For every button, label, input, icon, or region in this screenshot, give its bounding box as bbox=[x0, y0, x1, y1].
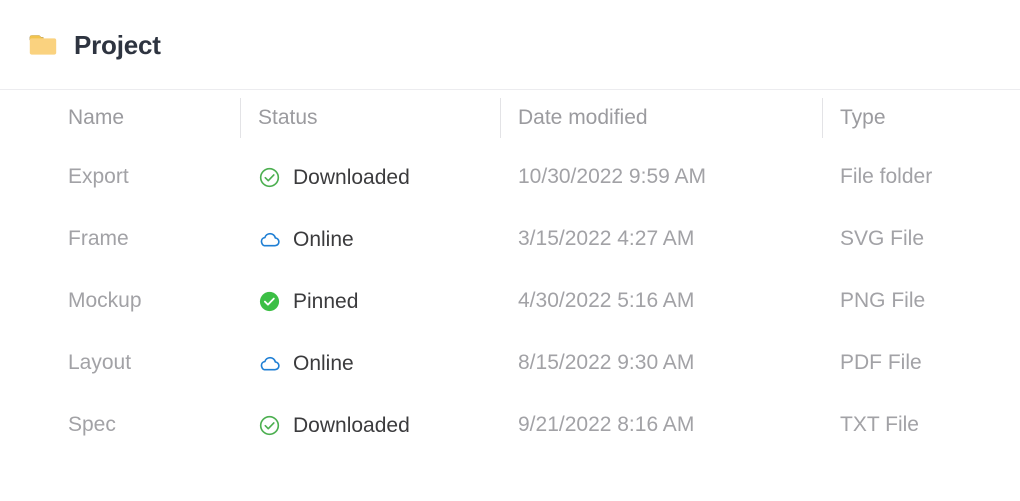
cell-name: Layout bbox=[68, 351, 132, 374]
column-header-date[interactable]: Date modified bbox=[500, 90, 822, 146]
cell-status: Online bbox=[240, 208, 500, 270]
cell-status: Downloaded bbox=[240, 394, 500, 456]
table-header-row: Name Status Date modified Type bbox=[0, 90, 1020, 146]
column-header-name[interactable]: Name bbox=[0, 90, 240, 146]
cloud-outline-icon bbox=[260, 232, 280, 246]
check-circle-filled-icon bbox=[259, 291, 280, 311]
cell-name: Frame bbox=[68, 227, 129, 250]
status-label: Downloaded bbox=[293, 413, 410, 437]
cell-date: 3/15/2022 4:27 AM bbox=[518, 227, 695, 250]
page-title: Project bbox=[74, 29, 161, 60]
cell-type: PNG File bbox=[840, 289, 926, 312]
folder-icon bbox=[29, 34, 57, 55]
cell-date: 10/30/2022 9:59 AM bbox=[518, 165, 706, 188]
cell-name: Spec bbox=[68, 413, 116, 436]
cell-name: Export bbox=[68, 165, 129, 188]
table-row[interactable]: Mockup Pinned 4/30/2022 5:16 AM PNG File bbox=[0, 270, 1020, 332]
status-label: Downloaded bbox=[293, 165, 410, 189]
check-circle-outline-icon bbox=[259, 167, 280, 187]
cell-date: 8/15/2022 9:30 AM bbox=[518, 351, 695, 374]
cell-type: File folder bbox=[840, 165, 933, 188]
cell-status: Downloaded bbox=[240, 146, 500, 208]
table-row[interactable]: Spec Downloaded 9/21/2022 8:16 AM TXT Fi… bbox=[0, 394, 1020, 456]
cell-type: SVG File bbox=[840, 227, 925, 250]
cell-date: 4/30/2022 5:16 AM bbox=[518, 289, 695, 312]
check-circle-outline-icon bbox=[259, 415, 280, 435]
cell-status: Pinned bbox=[240, 270, 500, 332]
cell-type: TXT File bbox=[840, 413, 919, 436]
table-row[interactable]: Export Downloaded 10/30/2022 9:59 AM Fil… bbox=[0, 146, 1020, 208]
cell-name: Mockup bbox=[68, 289, 142, 312]
status-label: Online bbox=[293, 351, 354, 375]
column-header-type[interactable]: Type bbox=[822, 90, 1020, 146]
cloud-outline-icon bbox=[260, 356, 280, 370]
file-table: Name Status Date modified Type Export Do… bbox=[0, 90, 1020, 456]
cell-status: Online bbox=[240, 332, 500, 394]
table-row[interactable]: Layout Online 8/15/2022 9:30 AM PDF File bbox=[0, 332, 1020, 394]
status-label: Online bbox=[293, 227, 354, 251]
cell-type: PDF File bbox=[840, 351, 922, 374]
status-label: Pinned bbox=[293, 289, 359, 313]
folder-titlebar: Project bbox=[0, 0, 1020, 90]
cell-date: 9/21/2022 8:16 AM bbox=[518, 413, 695, 436]
table-row[interactable]: Frame Online 3/15/2022 4:27 AM SVG File bbox=[0, 208, 1020, 270]
column-header-status[interactable]: Status bbox=[240, 90, 500, 146]
